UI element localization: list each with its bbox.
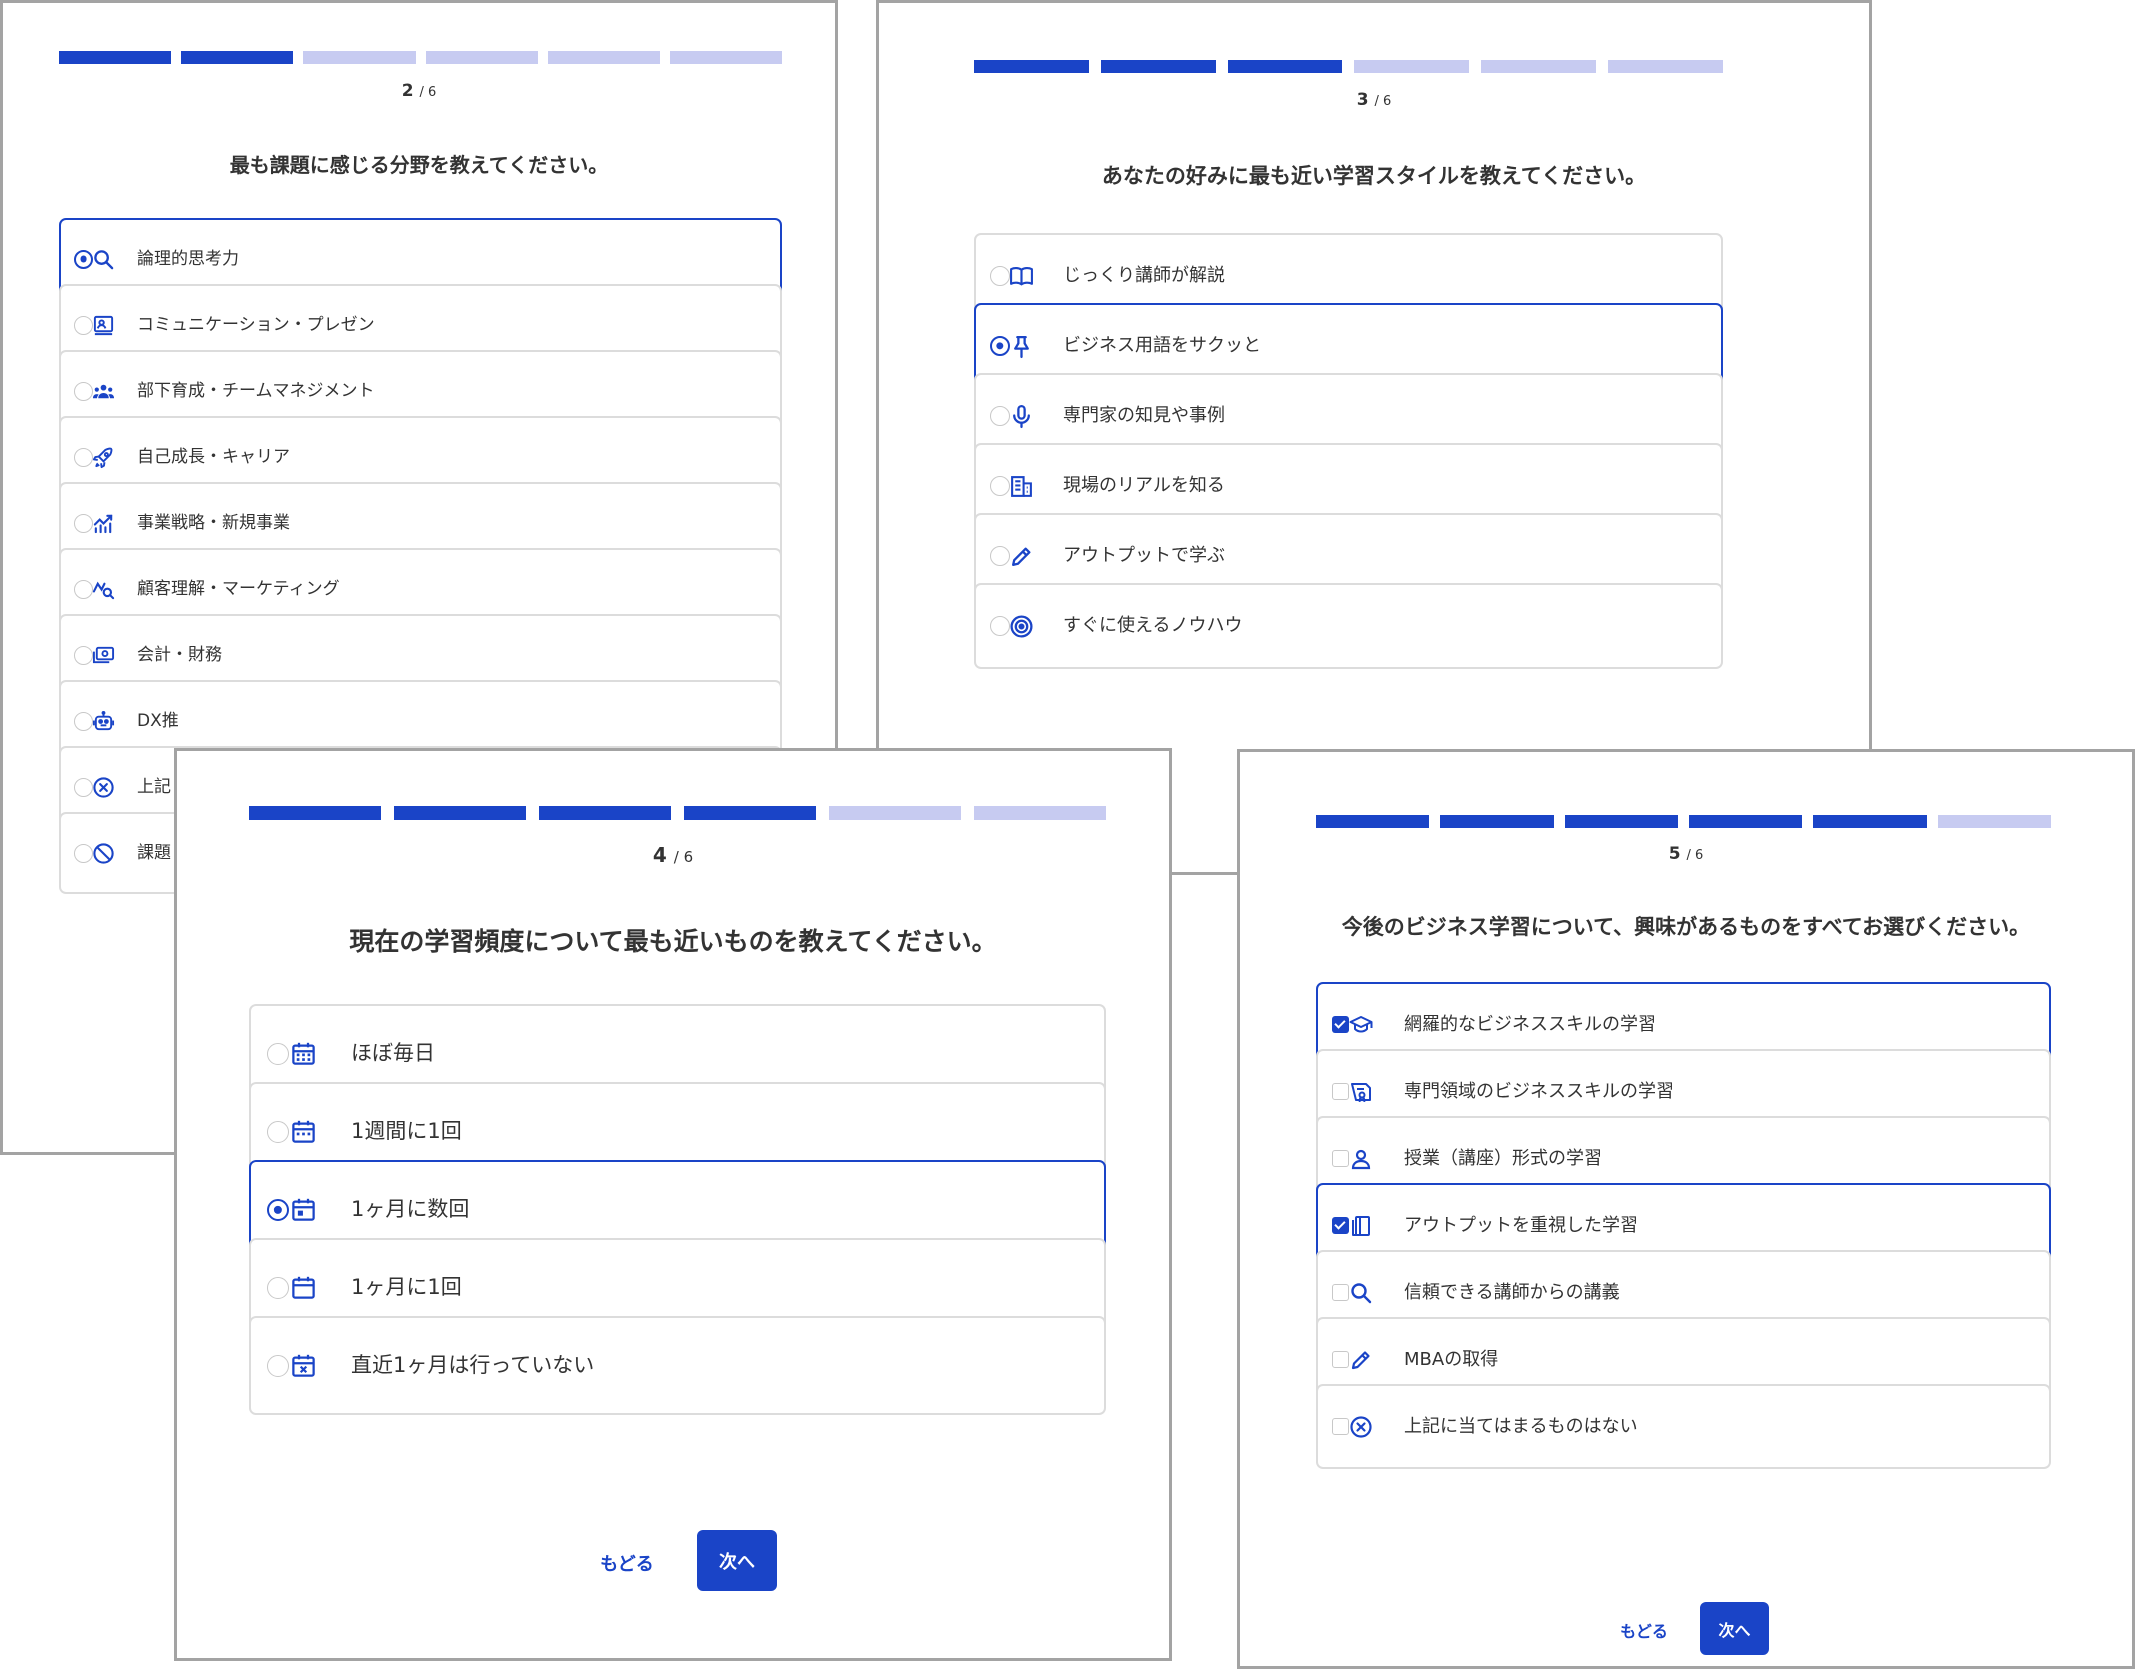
search-icon <box>1349 1281 1373 1305</box>
option-radio[interactable] <box>267 1354 289 1377</box>
option-radio[interactable] <box>990 266 1010 286</box>
option-item[interactable]: 上記に当てはまるものはない <box>1316 1384 2051 1469</box>
calendar-x-icon <box>290 1352 317 1379</box>
option-list: じっくり講師が解説 ビジネス用語をサクッと 専門家の知見や事例 現場のリアルを知る アウ… <box>974 3 1723 872</box>
block-icon <box>92 842 115 865</box>
option-radio[interactable] <box>990 476 1010 496</box>
option-checkbox[interactable] <box>1332 1284 1349 1301</box>
chart-search-icon <box>92 578 115 601</box>
option-checkbox[interactable] <box>1332 1217 1349 1234</box>
option-label: 課題 <box>137 843 171 863</box>
survey-panel-step-4: 4 / 6 現在の学習頻度について最も近いものを教えてください。 ほぼ毎日 1週間… <box>174 748 1172 1661</box>
book-icon <box>1009 264 1034 289</box>
option-radio[interactable] <box>74 513 93 533</box>
option-radio[interactable] <box>990 616 1010 636</box>
option-checkbox[interactable] <box>1332 1083 1349 1100</box>
pin-icon <box>1009 334 1034 359</box>
back-button[interactable]: もどる <box>582 1550 672 1576</box>
option-checkbox[interactable] <box>1332 1351 1349 1368</box>
calendar-day-icon <box>290 1196 317 1223</box>
option-radio[interactable] <box>990 546 1010 566</box>
option-item[interactable]: すぐに使えるノウハウ <box>974 583 1723 669</box>
option-radio[interactable] <box>74 579 93 599</box>
mic-icon <box>1009 404 1034 429</box>
calendar-week-icon <box>290 1118 317 1145</box>
cancel-circle-icon <box>92 776 115 799</box>
option-radio[interactable] <box>74 711 93 731</box>
option-radio[interactable] <box>74 777 93 797</box>
chart-growth-icon <box>92 512 115 535</box>
presentation-icon <box>92 314 115 337</box>
option-list: ほぼ毎日 1週間に1回 1ヶ月に数回 1ヶ月に1回 直近1ヶ月は行っていない <box>249 751 1106 1658</box>
rocket-icon <box>92 446 115 469</box>
pencil-icon <box>1009 544 1034 569</box>
team-icon <box>92 380 115 403</box>
target-icon <box>1009 614 1034 639</box>
option-radio[interactable] <box>267 1198 289 1221</box>
calendar-month-icon <box>290 1040 317 1067</box>
person-icon <box>1349 1147 1373 1171</box>
option-radio[interactable] <box>74 645 93 665</box>
option-radio[interactable] <box>74 843 93 863</box>
option-checkbox[interactable] <box>1332 1418 1349 1435</box>
search-icon <box>92 248 115 271</box>
calendar-icon <box>290 1274 317 1301</box>
option-label: すぐに使えるノウハウ <box>1063 615 1243 636</box>
option-radio[interactable] <box>74 447 93 467</box>
money-icon <box>92 644 115 667</box>
option-label: 上記に当てはまるものはない <box>1404 1416 1638 1437</box>
option-label: 直近1ヶ月は行っていない <box>351 1353 595 1377</box>
option-radio[interactable] <box>990 336 1010 356</box>
survey-panel-step-3: 3 / 6 あなたの好みに最も近い学習スタイルを教えてください。 じっくり講師が… <box>876 0 1872 875</box>
next-button[interactable]: 次へ <box>1700 1602 1769 1655</box>
option-radio[interactable] <box>74 249 93 269</box>
next-button[interactable]: 次へ <box>697 1530 777 1591</box>
robot-icon <box>92 710 115 733</box>
pencil-icon <box>1349 1348 1373 1372</box>
option-checkbox[interactable] <box>1332 1016 1349 1033</box>
option-item[interactable]: 直近1ヶ月は行っていない <box>249 1316 1106 1415</box>
option-checkbox[interactable] <box>1332 1150 1349 1167</box>
graduation-cap-icon <box>1349 1013 1373 1037</box>
option-radio[interactable] <box>74 381 93 401</box>
option-radio[interactable] <box>267 1042 289 1065</box>
back-button[interactable]: もどる <box>1604 1618 1684 1642</box>
option-radio[interactable] <box>267 1276 289 1299</box>
option-radio[interactable] <box>990 406 1010 426</box>
option-radio[interactable] <box>74 315 93 335</box>
notebook-icon <box>1349 1214 1373 1238</box>
cancel-circle-icon <box>1349 1415 1373 1439</box>
option-radio[interactable] <box>267 1120 289 1143</box>
building-icon <box>1009 474 1034 499</box>
option-list: 網羅的なビジネススキルの学習 専門領域のビジネススキルの学習 授業（講座）形式の学習… <box>1316 752 2051 1666</box>
survey-panel-step-5: 5 / 6 今後のビジネス学習について、興味があるものをすべてお選びください。 … <box>1237 749 2135 1669</box>
diploma-icon <box>1349 1080 1373 1104</box>
